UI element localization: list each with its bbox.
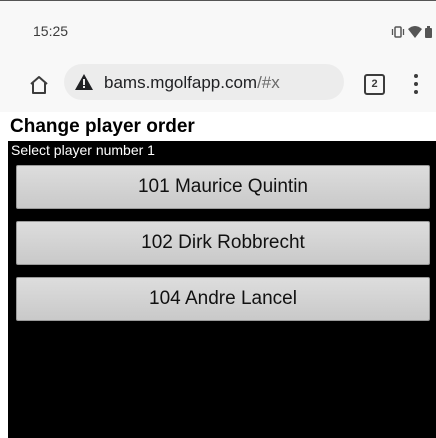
url-host: bams.mgolfapp.com xyxy=(104,73,258,92)
player-button-102[interactable]: 102 Dirk Robbrecht xyxy=(16,221,430,265)
select-player-label: Select player number 1 xyxy=(11,142,155,158)
tab-switcher-button[interactable]: 2 xyxy=(364,74,385,95)
status-bar: 15:25 xyxy=(0,1,436,60)
page-title: Change player order xyxy=(10,116,195,137)
player-button-101[interactable]: 101 Maurice Quintin xyxy=(16,165,430,209)
battery-icon xyxy=(425,26,432,38)
warning-icon[interactable] xyxy=(74,73,94,91)
status-icons xyxy=(391,25,432,39)
browser-toolbar: bams.mgolfapp.com/#x 2 xyxy=(0,60,436,112)
device-screen: 15:25 bams.mgolfapp.com/#x 2 Change play… xyxy=(0,0,436,438)
vibrate-icon xyxy=(391,26,405,38)
status-time: 15:25 xyxy=(33,23,69,39)
player-selection-panel: Select player number 1 101 Maurice Quint… xyxy=(8,141,436,438)
url-text: bams.mgolfapp.com/#x xyxy=(104,73,280,93)
url-hash: /#x xyxy=(257,73,280,92)
wifi-icon xyxy=(408,26,422,38)
address-bar[interactable]: bams.mgolfapp.com/#x xyxy=(64,64,344,100)
overflow-menu-button[interactable] xyxy=(408,72,424,96)
home-button[interactable] xyxy=(27,73,51,97)
menu-dot xyxy=(414,82,418,86)
web-page: Change player order Select player number… xyxy=(0,112,436,438)
home-icon xyxy=(30,76,48,94)
player-button-104[interactable]: 104 Andre Lancel xyxy=(16,277,430,321)
menu-dot xyxy=(414,90,418,94)
menu-dot xyxy=(414,74,418,78)
